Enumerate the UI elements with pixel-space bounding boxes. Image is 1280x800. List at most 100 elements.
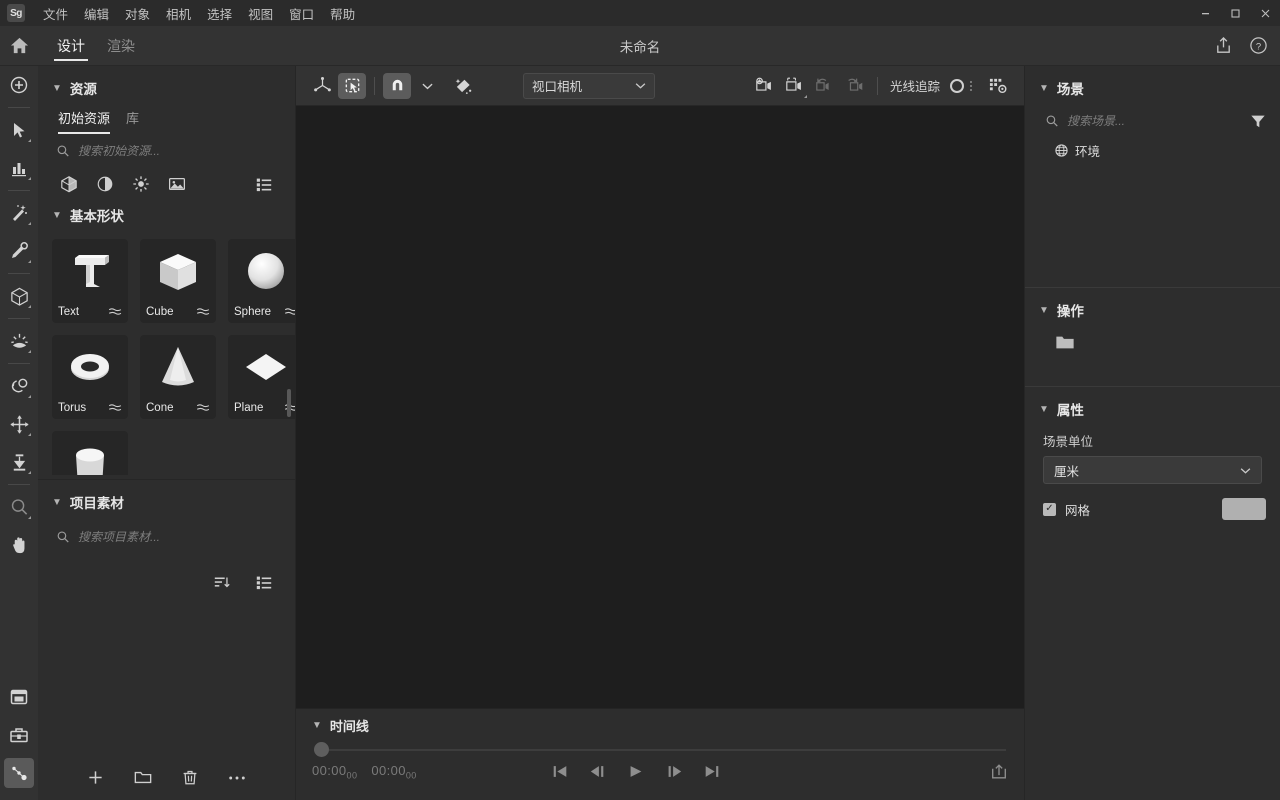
basic-shapes-header[interactable]: ▼ 基本形状 bbox=[38, 201, 295, 233]
timeline-track[interactable] bbox=[314, 739, 1006, 761]
zoom-tool[interactable] bbox=[4, 492, 34, 522]
grid-color-swatch[interactable] bbox=[1222, 498, 1266, 520]
primitive-tool[interactable] bbox=[4, 281, 34, 311]
list-view-icon[interactable] bbox=[253, 571, 275, 593]
pan-tool[interactable] bbox=[4, 530, 34, 560]
panel-layout-tool[interactable] bbox=[4, 682, 34, 712]
shape-settings-icon[interactable] bbox=[285, 307, 295, 316]
menu-edit[interactable]: 编辑 bbox=[76, 1, 117, 26]
help-icon[interactable]: ? bbox=[1249, 36, 1268, 55]
menu-camera[interactable]: 相机 bbox=[158, 1, 199, 26]
menu-window[interactable]: 窗口 bbox=[281, 1, 322, 26]
shape-item-text[interactable]: Text bbox=[52, 239, 128, 323]
menu-select[interactable]: 选择 bbox=[199, 1, 240, 26]
node-graph-tool[interactable] bbox=[4, 758, 34, 788]
tab-render[interactable]: 渲染 bbox=[96, 26, 146, 66]
filter-icon[interactable] bbox=[1250, 113, 1266, 129]
shape-item-cone[interactable]: Cone bbox=[140, 335, 216, 419]
close-icon[interactable] bbox=[1250, 0, 1280, 26]
camera-redo-button[interactable] bbox=[841, 73, 869, 99]
more-icon[interactable] bbox=[228, 775, 246, 781]
previous-frame-button[interactable] bbox=[589, 764, 607, 779]
material-icon[interactable] bbox=[94, 173, 116, 195]
selection-tool[interactable] bbox=[338, 73, 366, 99]
assets-panel-header[interactable]: ▼ 资源 bbox=[38, 66, 295, 106]
shape-item-cylinder[interactable] bbox=[52, 431, 128, 475]
sort-icon[interactable] bbox=[211, 571, 233, 593]
home-icon[interactable] bbox=[0, 26, 38, 66]
operations-panel-header[interactable]: ▼ 操作 bbox=[1025, 288, 1280, 328]
menu-help[interactable]: 帮助 bbox=[322, 1, 363, 26]
play-button[interactable] bbox=[627, 764, 645, 779]
chart-tool[interactable] bbox=[4, 153, 34, 183]
transform-gizmo-tool[interactable] bbox=[308, 73, 336, 99]
shape-settings-icon[interactable] bbox=[109, 307, 122, 316]
shape-settings-icon[interactable] bbox=[197, 307, 210, 316]
properties-panel-header[interactable]: ▼ 属性 bbox=[1025, 387, 1280, 427]
scene-search-row[interactable]: 搜索场景... bbox=[1025, 106, 1280, 135]
image-icon[interactable] bbox=[166, 173, 188, 195]
scene-search-input[interactable]: 搜索场景... bbox=[1067, 112, 1242, 129]
timeline-header[interactable]: ▼ 时间线 bbox=[296, 709, 1024, 737]
select-tool[interactable] bbox=[4, 115, 34, 145]
project-search-input[interactable]: 搜索项目素材... bbox=[78, 528, 160, 545]
go-to-end-button[interactable] bbox=[703, 764, 721, 779]
folder-icon[interactable] bbox=[134, 769, 152, 786]
grid-checkbox[interactable]: ✓ bbox=[1043, 503, 1056, 516]
tab-library[interactable]: 库 bbox=[126, 108, 139, 134]
assets-search-input[interactable]: 搜索初始资源... bbox=[78, 142, 160, 159]
project-search-row[interactable]: 搜索项目素材... bbox=[38, 520, 295, 549]
project-assets-title: 项目素材 bbox=[70, 492, 124, 512]
scene-item-environment[interactable]: 环境 bbox=[1025, 135, 1280, 166]
minimize-icon[interactable] bbox=[1190, 0, 1220, 26]
toolbar-divider bbox=[8, 107, 30, 108]
render-settings-icon[interactable] bbox=[984, 73, 1012, 99]
add-tool[interactable] bbox=[4, 70, 34, 100]
assets-search-row[interactable]: 搜索初始资源... bbox=[38, 134, 295, 163]
eyedropper-tool[interactable] bbox=[4, 236, 34, 266]
magic-wand-tool[interactable] bbox=[4, 198, 34, 228]
add-icon[interactable] bbox=[87, 769, 104, 786]
light-icon[interactable] bbox=[130, 173, 152, 195]
shape-settings-icon[interactable] bbox=[197, 403, 210, 412]
add-camera-button[interactable] bbox=[751, 73, 779, 99]
drop-tool[interactable] bbox=[4, 447, 34, 477]
menu-file[interactable]: 文件 bbox=[35, 1, 76, 26]
model-icon[interactable] bbox=[58, 173, 80, 195]
share-icon[interactable] bbox=[1214, 36, 1233, 55]
shape-item-sphere[interactable]: Sphere bbox=[228, 239, 295, 323]
folder-icon[interactable] bbox=[1055, 334, 1280, 351]
maximize-icon[interactable] bbox=[1220, 0, 1250, 26]
next-frame-button[interactable] bbox=[665, 764, 683, 779]
tab-design[interactable]: 设计 bbox=[46, 26, 96, 66]
list-view-icon[interactable] bbox=[253, 173, 275, 195]
light-tool[interactable] bbox=[4, 326, 34, 356]
snap-options[interactable] bbox=[413, 73, 441, 99]
delete-icon[interactable] bbox=[182, 769, 198, 786]
material-pick-tool[interactable] bbox=[449, 73, 477, 99]
scene-panel-header[interactable]: ▼ 场景 bbox=[1025, 66, 1280, 106]
viewport-canvas[interactable] bbox=[296, 106, 1024, 708]
snap-tool[interactable] bbox=[383, 73, 411, 99]
export-icon[interactable] bbox=[990, 763, 1008, 780]
project-assets-header[interactable]: ▼ 项目素材 bbox=[38, 480, 295, 520]
menu-object[interactable]: 对象 bbox=[117, 1, 158, 26]
menu-view[interactable]: 视图 bbox=[240, 1, 281, 26]
viewport-camera-select[interactable]: 视口相机 bbox=[523, 73, 655, 99]
tab-starter-assets[interactable]: 初始资源 bbox=[58, 108, 110, 134]
frame-camera-button[interactable] bbox=[781, 73, 809, 99]
assets-scrollbar[interactable] bbox=[287, 389, 291, 417]
timeline-playhead[interactable] bbox=[314, 742, 329, 757]
raytrace-toggle[interactable] bbox=[950, 79, 964, 93]
chevron-down-icon: ▼ bbox=[1039, 83, 1049, 94]
shape-item-plane[interactable]: Plane bbox=[228, 335, 295, 419]
scene-unit-select[interactable]: 厘米 bbox=[1043, 456, 1262, 484]
camera-undo-button[interactable] bbox=[811, 73, 839, 99]
shape-item-torus[interactable]: Torus bbox=[52, 335, 128, 419]
rotate-tool[interactable] bbox=[4, 371, 34, 401]
shape-item-cube[interactable]: Cube bbox=[140, 239, 216, 323]
move-tool[interactable] bbox=[4, 409, 34, 439]
go-to-start-button[interactable] bbox=[551, 764, 569, 779]
toolbox-tool[interactable] bbox=[4, 720, 34, 750]
shape-settings-icon[interactable] bbox=[109, 403, 122, 412]
